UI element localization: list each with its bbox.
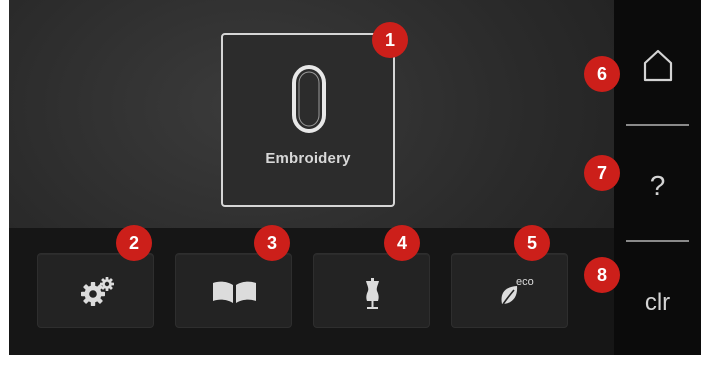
help-button[interactable]: ? — [614, 126, 701, 244]
embroidery-mode-button[interactable]: Embroidery — [221, 33, 395, 207]
main-area: Embroidery eco — [9, 0, 614, 355]
callout-badge: 5 — [514, 225, 550, 261]
callout-badge: 4 — [384, 225, 420, 261]
consultant-button[interactable] — [313, 253, 430, 328]
embroidery-label: Embroidery — [265, 150, 351, 167]
callout-badge: 1 — [372, 22, 408, 58]
gears-icon — [81, 277, 114, 306]
home-button[interactable] — [614, 0, 701, 118]
callout-badge: 8 — [584, 257, 620, 293]
dress-form-icon — [366, 278, 379, 309]
callout-badge: 2 — [116, 225, 152, 261]
callout-badge: 6 — [584, 56, 620, 92]
clear-label: clr — [644, 289, 671, 316]
tutorial-button[interactable] — [175, 253, 292, 328]
help-label: ? — [649, 170, 666, 201]
home-icon — [643, 49, 673, 82]
machine-display: Embroidery eco ? clr 1 2 3 4 5 6 7 8 — [9, 0, 701, 355]
sidebar: ? clr — [614, 0, 701, 355]
book-icon — [213, 281, 256, 303]
embroidery-hoop-icon — [292, 65, 326, 133]
eco-label: eco — [516, 276, 534, 288]
setup-button[interactable] — [37, 253, 154, 328]
callout-badge: 3 — [254, 225, 290, 261]
eco-mode-button[interactable]: eco — [451, 253, 568, 328]
callout-badge: 7 — [584, 155, 620, 191]
eco-leaf-icon: eco — [499, 276, 534, 310]
clear-button[interactable]: clr — [614, 242, 701, 355]
